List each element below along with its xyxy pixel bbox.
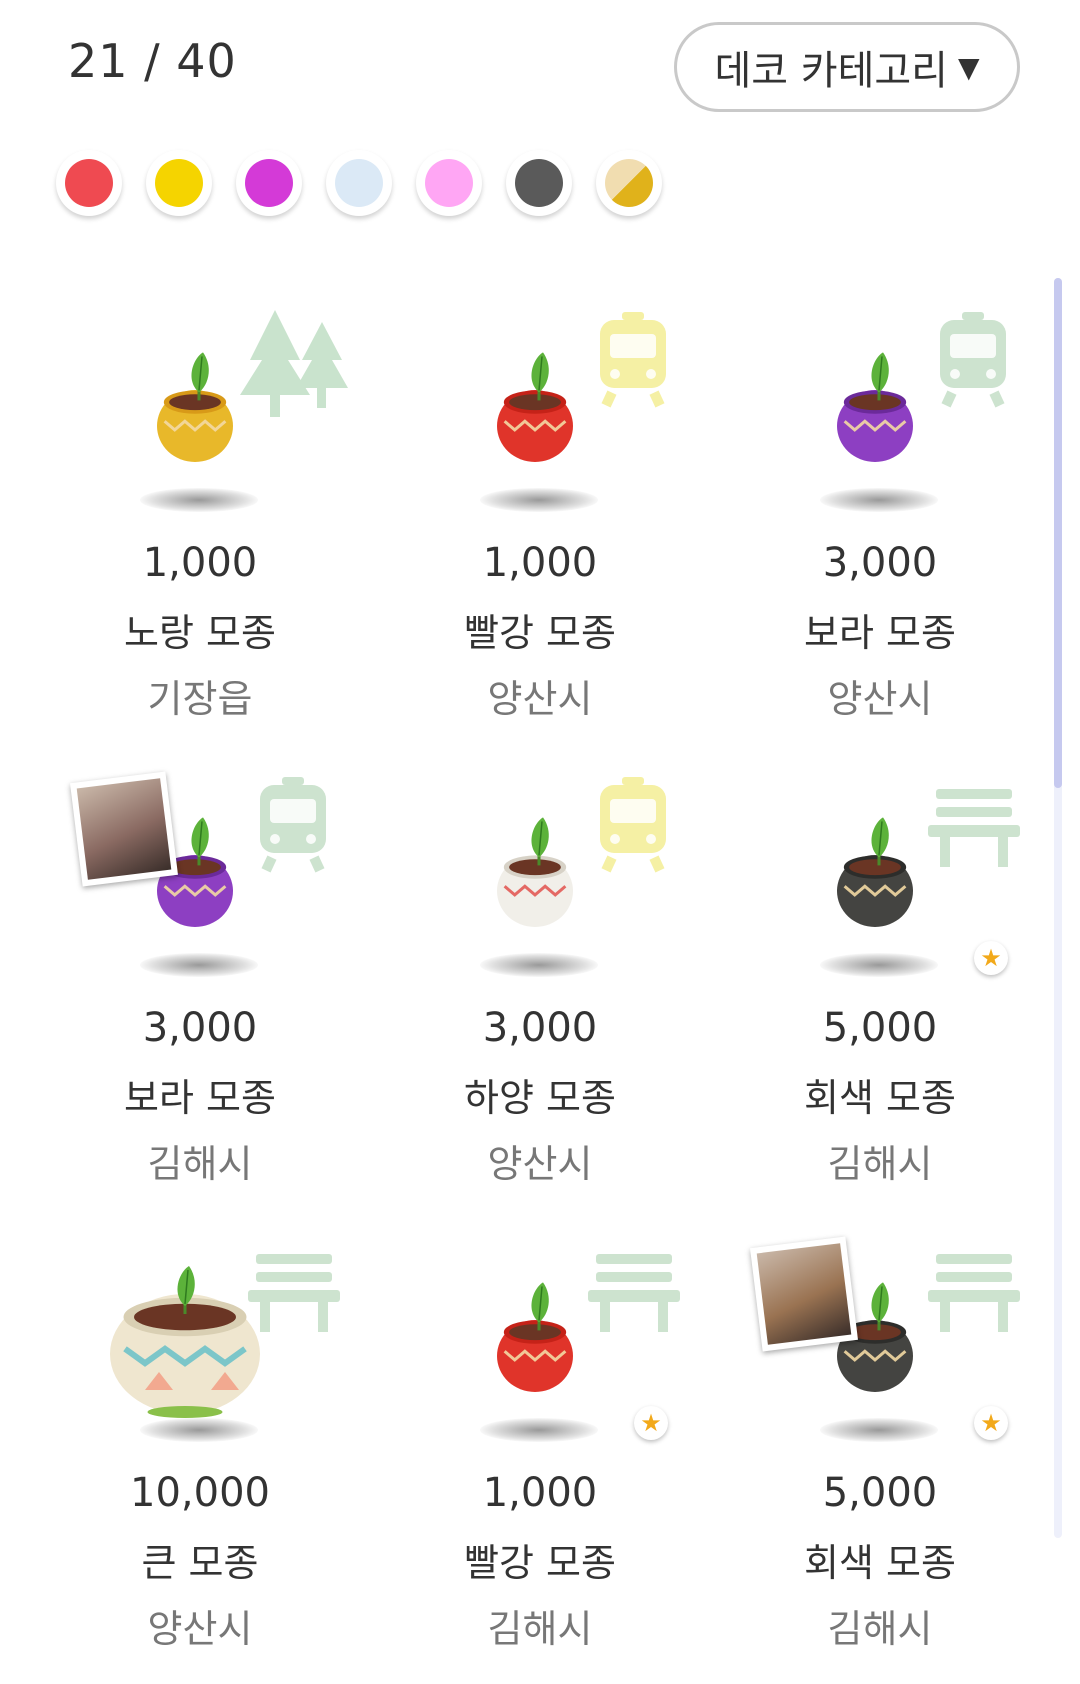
item-location: 양산시 — [487, 1142, 593, 1186]
color-filter-mixed[interactable] — [596, 150, 662, 216]
color-filter-pink[interactable] — [416, 150, 482, 216]
pot-shadow — [140, 488, 258, 512]
item-price: 5,000 — [822, 1005, 938, 1051]
plant-item-card[interactable]: 3,000 보라 모종김해시 — [30, 765, 370, 1230]
attached-photo[interactable] — [70, 771, 178, 887]
item-location: 김해시 — [487, 1607, 593, 1651]
item-name: 노랑 모종 — [124, 611, 276, 655]
star-icon: ★ — [974, 941, 1008, 975]
color-dot — [425, 159, 473, 207]
pot-shadow — [480, 1418, 598, 1442]
pot-shadow — [480, 953, 598, 977]
pot-shadow — [820, 953, 938, 977]
item-name: 빨강 모종 — [464, 1541, 616, 1585]
plant-item-card[interactable]: ★ 5,000 회색 모종김해시 — [710, 1230, 1050, 1684]
color-dot — [65, 159, 113, 207]
item-name: 회색 모종 — [804, 1076, 956, 1120]
item-name: 보라 모종 — [804, 611, 956, 655]
pot-shadow — [820, 1418, 938, 1442]
category-label: 데코 카테고리 — [714, 48, 948, 94]
color-dot — [155, 159, 203, 207]
color-filter-purple[interactable] — [236, 150, 302, 216]
pot-shadow — [820, 488, 938, 512]
item-location: 양산시 — [147, 1607, 253, 1651]
top-bar: 21 / 40 데코 카테고리 ▼ — [0, 0, 1080, 130]
pot-shadow — [140, 1418, 258, 1442]
color-dot — [245, 159, 293, 207]
pot-shadow — [140, 953, 258, 977]
color-dot — [515, 159, 563, 207]
attached-photo[interactable] — [750, 1236, 858, 1352]
plant-item-card[interactable]: 3,000 보라 모종양산시 — [710, 300, 1050, 765]
item-counter: 21 / 40 — [68, 34, 237, 88]
item-location: 양산시 — [827, 677, 933, 721]
item-name: 회색 모종 — [804, 1541, 956, 1585]
item-name: 큰 모종 — [141, 1541, 259, 1585]
plant-item-card[interactable]: 10,000 큰 모종양산시 — [30, 1230, 370, 1684]
chevron-down-icon: ▼ — [957, 50, 980, 84]
item-name: 하양 모종 — [464, 1076, 616, 1120]
plant-item-card[interactable]: 1,000 빨강 모종양산시 — [370, 300, 710, 765]
item-location: 김해시 — [827, 1607, 933, 1651]
scrollbar[interactable] — [1054, 278, 1062, 1538]
color-filter-yellow[interactable] — [146, 150, 212, 216]
item-grid: 1,000 노랑 모종 기장읍 1,000 빨강 모종 양산시 3,000 보라 모종 양산시 3… — [30, 300, 1050, 1684]
item-price: 3,000 — [482, 1005, 598, 1051]
item-price: 3,000 — [822, 540, 938, 586]
pot-shadow — [480, 488, 598, 512]
color-filter-gray[interactable] — [506, 150, 572, 216]
item-price: 10,000 — [130, 1470, 270, 1516]
color-dot — [335, 159, 383, 207]
item-location: 기장읍 — [147, 677, 253, 721]
star-icon: ★ — [634, 1406, 668, 1440]
item-price: 3,000 — [142, 1005, 258, 1051]
color-filter-light-blue[interactable] — [326, 150, 392, 216]
item-location: 김해시 — [827, 1142, 933, 1186]
item-name: 빨강 모종 — [464, 611, 616, 655]
plant-item-card[interactable]: ★ 1,000 빨강 모종김해시 — [370, 1230, 710, 1684]
item-price: 1,000 — [482, 540, 598, 586]
item-location: 김해시 — [147, 1142, 253, 1186]
item-name: 보라 모종 — [124, 1076, 276, 1120]
item-price: 1,000 — [142, 540, 258, 586]
plant-item-card[interactable]: ★ 5,000 회색 모종김해시 — [710, 765, 1050, 1230]
color-filter-bar — [56, 150, 662, 220]
color-dot — [605, 159, 653, 207]
item-price: 1,000 — [482, 1470, 598, 1516]
plant-item-card[interactable]: 3,000 하양 모종양산시 — [370, 765, 710, 1230]
item-location: 양산시 — [487, 677, 593, 721]
scrollbar-thumb[interactable] — [1054, 278, 1062, 788]
color-filter-red[interactable] — [56, 150, 122, 216]
star-icon: ★ — [974, 1406, 1008, 1440]
category-dropdown-button[interactable]: 데코 카테고리 ▼ — [674, 22, 1020, 112]
item-price: 5,000 — [822, 1470, 938, 1516]
plant-item-card[interactable]: 1,000 노랑 모종기장읍 — [30, 300, 370, 765]
